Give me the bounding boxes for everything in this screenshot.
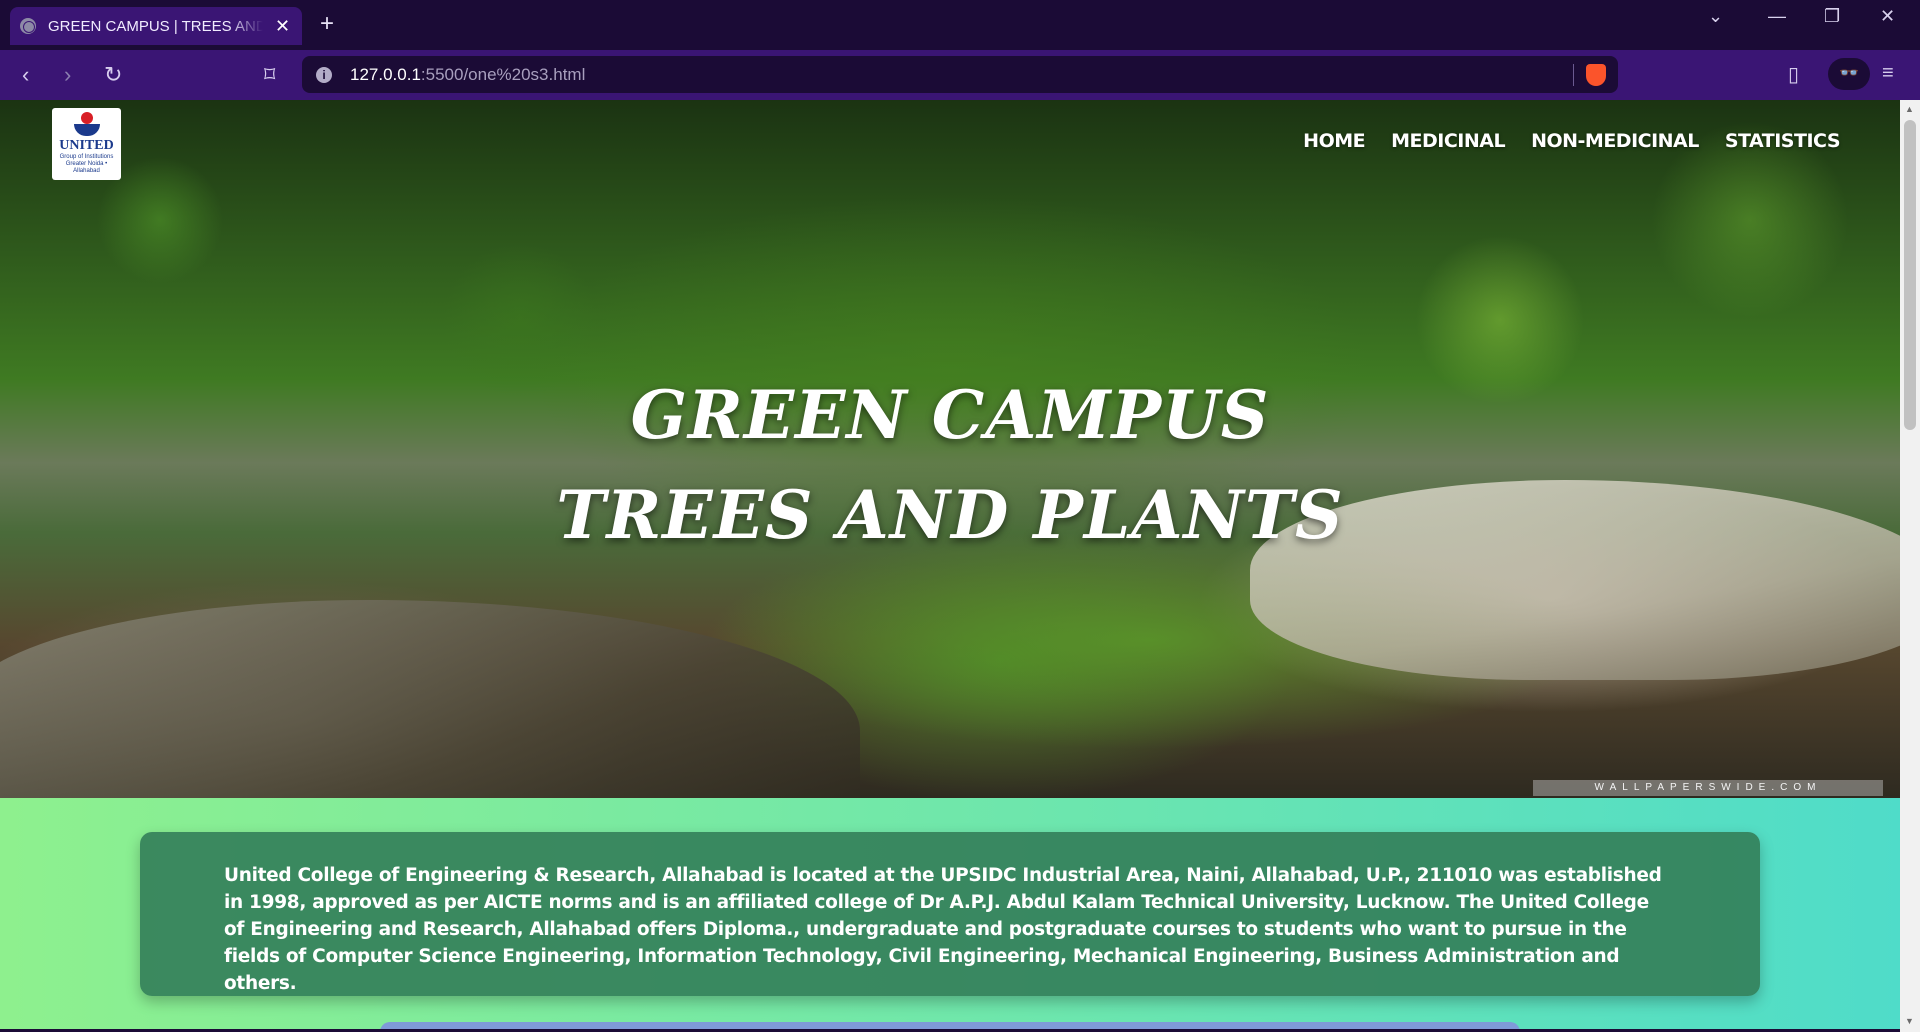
hero-title-line1: GREEN CAMPUS (630, 376, 1270, 454)
minimize-button[interactable]: — (1768, 6, 1786, 27)
scroll-up-arrow-icon[interactable]: ▲ (1905, 104, 1914, 114)
about-card: United College of Engineering & Research… (140, 832, 1760, 996)
close-window-button[interactable]: ✕ (1880, 6, 1895, 27)
main-nav: HOME MEDICINAL NON-MEDICINAL STATISTICS (1303, 130, 1840, 152)
page-scrollbar[interactable]: ▲ ▼ (1900, 100, 1920, 1032)
tab-title: GREEN CAMPUS | TREES AND PLANTS (48, 17, 263, 35)
site-info-icon[interactable]: i (316, 66, 332, 83)
browser-tab[interactable]: GREEN CAMPUS | TREES AND PLANTS ✕ (10, 7, 302, 45)
page-viewport: WALLPAPERSWIDE.COM UNITED Group of Insti… (0, 100, 1900, 1032)
bookmark-icon[interactable]: ⌑ (264, 62, 275, 88)
scroll-down-arrow-icon[interactable]: ▼ (1905, 1016, 1914, 1026)
urlbar-divider (1573, 64, 1574, 86)
url-path: :5500/one%20s3.html (420, 64, 586, 84)
url-host: 127.0.0.1 (350, 64, 421, 84)
forward-button[interactable]: › (64, 62, 71, 88)
scrollbar-thumb[interactable] (1904, 120, 1916, 430)
logo-subtitle: Group of Institutions (59, 154, 114, 160)
nav-home[interactable]: HOME (1303, 130, 1365, 152)
back-button[interactable]: ‹ (22, 62, 29, 88)
logo-tagline: Greater Noida • Allahabad (65, 161, 108, 174)
about-text: United College of Engineering & Research… (224, 865, 1662, 994)
logo-name: UNITED (59, 138, 114, 153)
brave-shields-icon[interactable] (1586, 64, 1606, 86)
hero-title-line2: TREES AND PLANTS (556, 476, 1344, 554)
reload-button[interactable]: ↻ (104, 62, 122, 88)
site-logo[interactable]: UNITED Group of Institutions Greater Noi… (52, 108, 121, 180)
nav-medicinal[interactable]: MEDICINAL (1391, 130, 1505, 152)
address-bar[interactable]: i 127.0.0.1:5500/one%20s3.html (302, 56, 1618, 93)
browser-tabstrip: GREEN CAMPUS | TREES AND PLANTS ✕ + ⌄ — … (0, 0, 1920, 50)
reader-mode-icon[interactable]: 👓 (1828, 58, 1870, 90)
menu-icon[interactable]: ≡ (1882, 62, 1894, 85)
nav-non-medicinal[interactable]: NON-MEDICINAL (1531, 130, 1699, 152)
logo-emblem-icon (72, 112, 102, 138)
wallpaper-watermark: WALLPAPERSWIDE.COM (1533, 780, 1883, 796)
nav-statistics[interactable]: STATISTICS (1725, 130, 1841, 152)
new-tab-button[interactable]: + (320, 10, 334, 38)
globe-icon (20, 18, 36, 34)
sidebar-toggle-icon[interactable]: ▯ (1788, 62, 1799, 87)
hero-title: GREEN CAMPUS TREES AND PLANTS (0, 365, 1900, 565)
restore-button[interactable]: ❐ (1824, 6, 1840, 27)
browser-toolbar: ‹ › ↻ ⌑ i 127.0.0.1:5500/one%20s3.html ▯… (0, 50, 1920, 100)
tab-search-chevron-icon[interactable]: ⌄ (1708, 6, 1723, 27)
close-tab-icon[interactable]: ✕ (275, 16, 290, 37)
hero-banner: WALLPAPERSWIDE.COM UNITED Group of Insti… (0, 100, 1900, 798)
